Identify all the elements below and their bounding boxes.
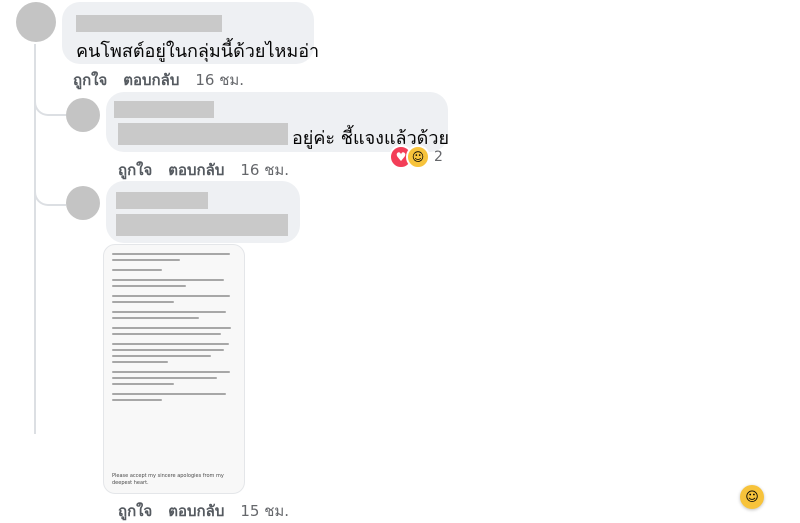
reaction-summary[interactable]: ♥ ☺ 2: [389, 145, 443, 169]
avatar[interactable]: [66, 186, 100, 220]
comment-bubble: [106, 181, 300, 243]
avatar[interactable]: [16, 2, 56, 42]
redacted-author-name: [76, 15, 222, 32]
comment-bubble: คนโพสต์อยู่ในกลุ่มนี้ด้วยไหมอ่า: [62, 2, 319, 64]
reply-button[interactable]: ตอบกลับ: [123, 71, 179, 89]
timestamp[interactable]: 16 ชม.: [195, 71, 244, 89]
redacted-text: [116, 214, 288, 236]
care-icon: ☺: [406, 145, 430, 169]
reaction-count: 2: [434, 149, 443, 165]
redacted-text: [118, 123, 288, 145]
reply-button[interactable]: ตอบกลับ: [168, 161, 224, 179]
like-button[interactable]: ถูกใจ: [118, 502, 152, 520]
comment-actions: ถูกใจ ตอบกลับ 16 ชม.: [118, 158, 289, 182]
reply-button[interactable]: ตอบกลับ: [168, 502, 224, 520]
thread-branch: [34, 176, 66, 206]
care-icon[interactable]: ☺: [740, 485, 764, 509]
like-button[interactable]: ถูกใจ: [73, 71, 107, 89]
redacted-author-name: [114, 101, 214, 118]
attached-screenshot-image[interactable]: Please accept my sincere apologies from …: [103, 244, 245, 494]
redacted-author-name: [116, 192, 208, 209]
timestamp[interactable]: 15 ชม.: [240, 502, 289, 520]
thread-branch: [34, 86, 66, 116]
timestamp[interactable]: 16 ชม.: [240, 161, 289, 179]
comment-bubble: อยู่ค่ะ ชี้แจงแล้วด้วย: [106, 92, 449, 152]
avatar[interactable]: [66, 98, 100, 132]
comment-actions: ถูกใจ ตอบกลับ 15 ชม.: [118, 499, 289, 523]
comment-actions: ถูกใจ ตอบกลับ 16 ชม.: [73, 68, 244, 92]
comment-text: คนโพสต์อยู่ในกลุ่มนี้ด้วยไหมอ่า: [76, 41, 320, 62]
image-english-caption: Please accept my sincere apologies from …: [112, 473, 224, 486]
like-button[interactable]: ถูกใจ: [118, 161, 152, 179]
